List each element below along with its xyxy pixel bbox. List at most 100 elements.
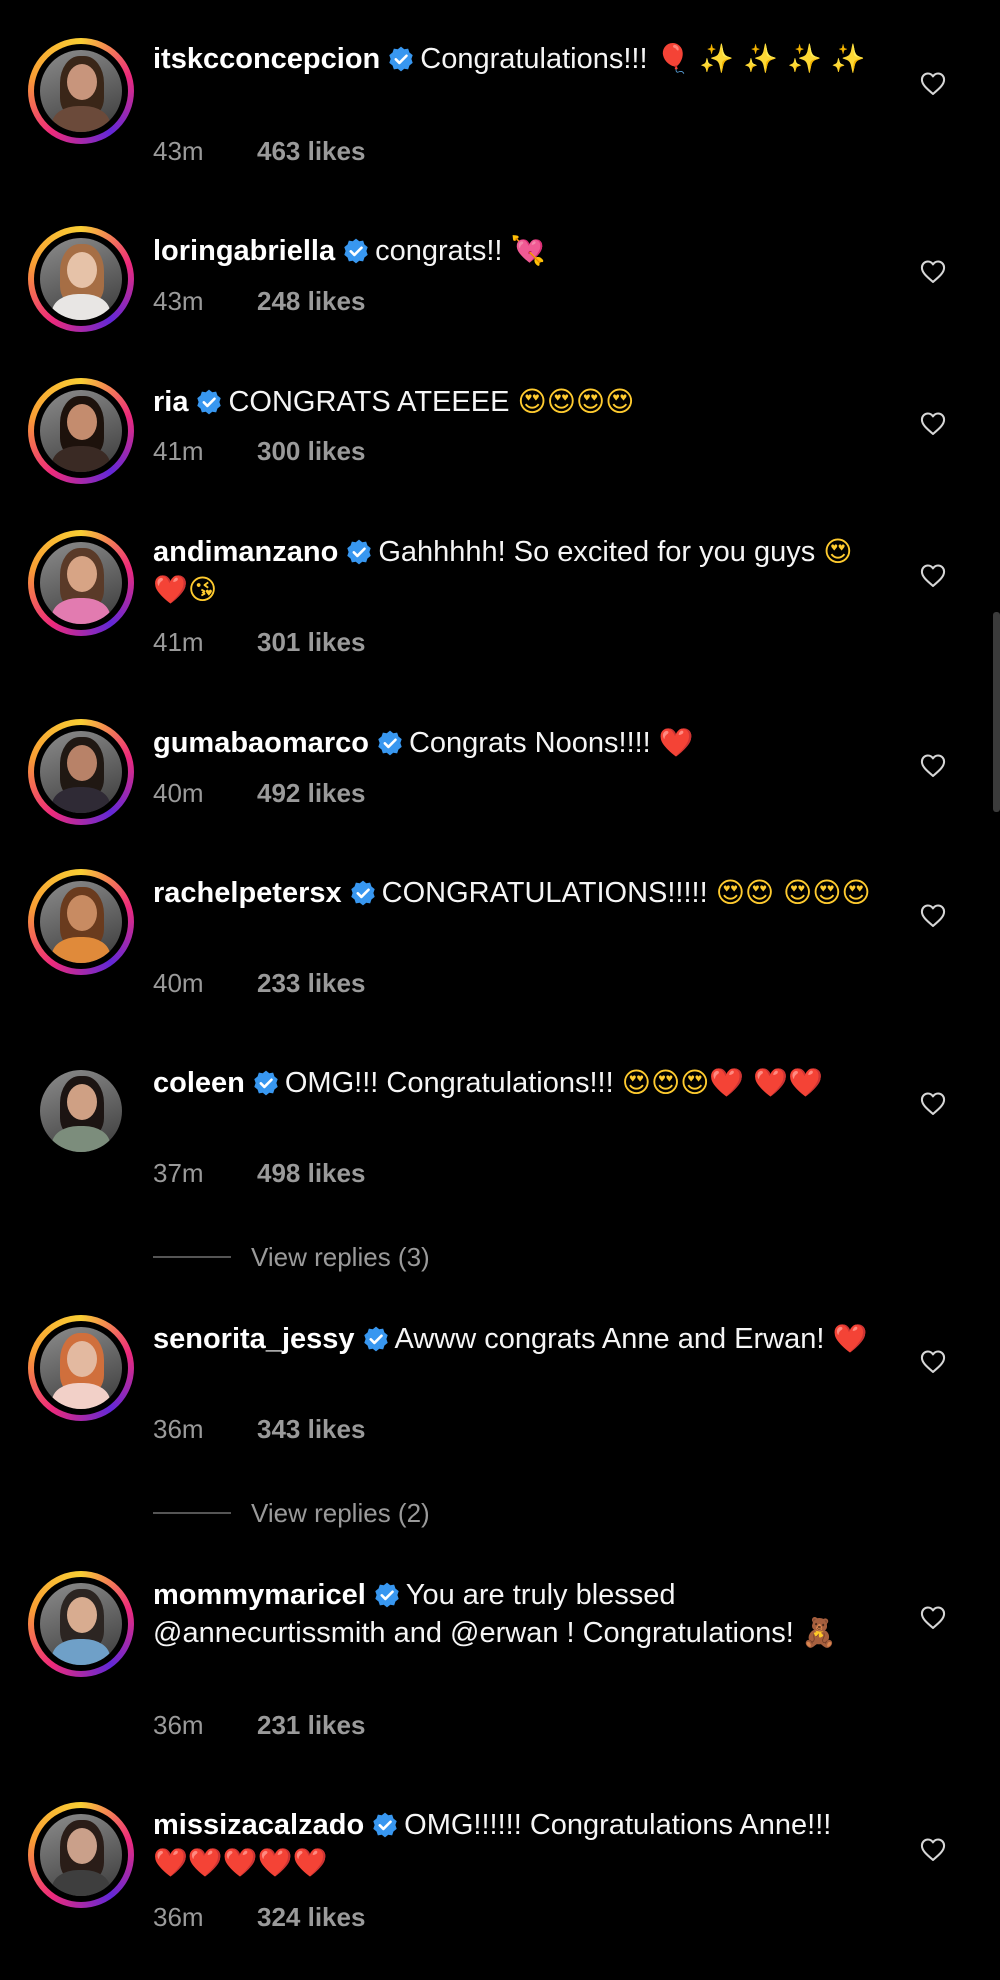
likes-count[interactable]: 463 likes — [257, 136, 365, 166]
likes-count[interactable]: 301 likes — [257, 627, 365, 657]
comment-body: CONGRATS ATEEEE — [228, 386, 510, 418]
like-heart-icon[interactable] — [918, 70, 948, 98]
comment-meta: 40m 492 likes — [153, 778, 365, 809]
comment-body: CONGRATULATIONS!!!!! — [381, 877, 708, 909]
comment-emoji: 😍😍😍😍 — [517, 385, 635, 418]
verified-badge-icon — [350, 878, 376, 906]
comment-emoji: 🧸 — [801, 1616, 837, 1649]
username-link[interactable]: coleen — [153, 1067, 245, 1099]
comment-meta: 36m 324 likes — [153, 1902, 365, 1933]
username-link[interactable]: itskcconcepcion — [153, 43, 380, 75]
username-link[interactable]: gumabaomarco — [153, 727, 369, 759]
comment-text: rachelpetersx CONGRATULATIONS!!!!! 😍😍 😍😍😍 — [153, 874, 873, 912]
avatar[interactable] — [28, 38, 134, 144]
timestamp: 36m — [153, 1902, 204, 1932]
comment-meta: 41m 300 likes — [153, 436, 365, 467]
comment-text: gumabaomarco Congrats Noons!!!! ❤️ — [153, 724, 873, 762]
comment-body: OMG!!! Congratulations!!! — [284, 1067, 614, 1099]
avatar[interactable] — [28, 719, 134, 825]
comment-text: loringabriella congrats!! 💘 — [153, 232, 873, 270]
comment-emoji: ❤️❤️❤️❤️❤️ — [153, 1846, 328, 1879]
avatar[interactable] — [28, 226, 134, 332]
avatar[interactable] — [28, 378, 134, 484]
likes-count[interactable]: 498 likes — [257, 1158, 365, 1188]
verified-badge-icon — [374, 1580, 400, 1608]
verified-badge-icon — [196, 387, 222, 415]
verified-badge-icon — [253, 1068, 279, 1096]
replies-divider — [153, 1256, 231, 1258]
like-heart-icon[interactable] — [918, 258, 948, 286]
comment-text: ria CONGRATS ATEEEE 😍😍😍😍 — [153, 383, 873, 421]
username-link[interactable]: senorita_jessy — [153, 1323, 355, 1355]
comment-emoji: 😍😍😍❤️ ❤️❤️ — [621, 1066, 823, 1099]
comment-text: senorita_jessy Awww congrats Anne and Erw… — [153, 1320, 873, 1358]
verified-badge-icon — [346, 537, 372, 565]
timestamp: 41m — [153, 627, 204, 657]
likes-count[interactable]: 231 likes — [257, 1710, 365, 1740]
likes-count[interactable]: 343 likes — [257, 1414, 365, 1444]
like-heart-icon[interactable] — [918, 902, 948, 930]
username-link[interactable]: ria — [153, 386, 188, 418]
timestamp: 36m — [153, 1414, 204, 1444]
username-link[interactable]: mommymaricel — [153, 1579, 366, 1611]
timestamp: 40m — [153, 968, 204, 998]
comment-body: Congrats Noons!!!! — [408, 727, 651, 759]
comment-emoji: ❤️ — [832, 1322, 868, 1355]
like-heart-icon[interactable] — [918, 1604, 948, 1632]
avatar[interactable] — [28, 530, 134, 636]
likes-count[interactable]: 233 likes — [257, 968, 365, 998]
comment-body: Congratulations!!! — [420, 43, 648, 75]
like-heart-icon[interactable] — [918, 562, 948, 590]
likes-count[interactable]: 300 likes — [257, 436, 365, 466]
comment-meta: 41m 301 likes — [153, 627, 365, 658]
avatar[interactable] — [28, 1315, 134, 1421]
verified-badge-icon — [343, 236, 369, 264]
verified-badge-icon — [388, 44, 414, 72]
likes-count[interactable]: 248 likes — [257, 286, 365, 316]
timestamp: 43m — [153, 286, 204, 316]
comment-meta: 36m 343 likes — [153, 1414, 365, 1445]
scrollbar[interactable] — [993, 612, 1000, 812]
comment-text: missizacalzado OMG!!!!!! Congratulations … — [153, 1806, 873, 1882]
username-link[interactable]: missizacalzado — [153, 1809, 364, 1841]
avatar[interactable] — [28, 1571, 134, 1677]
comment-emoji: 😍😍 😍😍😍 — [715, 876, 871, 909]
like-heart-icon[interactable] — [918, 752, 948, 780]
comment-text: mommymaricel You are truly blessed @annec… — [153, 1576, 873, 1652]
username-link[interactable]: andimanzano — [153, 536, 338, 568]
like-heart-icon[interactable] — [918, 1090, 948, 1118]
comment-body: congrats!! — [375, 235, 503, 267]
comment-text: andimanzano Gahhhhh! So excited for you g… — [153, 533, 873, 609]
view-replies-button[interactable]: View replies (3) — [153, 1242, 430, 1273]
comment-meta: 43m 248 likes — [153, 286, 365, 317]
username-link[interactable]: loringabriella — [153, 235, 335, 267]
comment-body: Awww congrats Anne and Erwan! — [394, 1323, 825, 1355]
avatar[interactable] — [28, 1802, 134, 1908]
comment-body: OMG!!!!!! Congratulations Anne!!! — [404, 1809, 832, 1841]
comment-emoji: 🎈 ✨ ✨ ✨ ✨ — [655, 42, 866, 75]
like-heart-icon[interactable] — [918, 410, 948, 438]
likes-count[interactable]: 492 likes — [257, 778, 365, 808]
comment-emoji: ❤️ — [658, 726, 694, 759]
replies-divider — [153, 1512, 231, 1514]
comment-meta: 36m 231 likes — [153, 1710, 365, 1741]
like-heart-icon[interactable] — [918, 1836, 948, 1864]
timestamp: 36m — [153, 1710, 204, 1740]
comment-meta: 40m 233 likes — [153, 968, 365, 999]
avatar[interactable] — [28, 869, 134, 975]
timestamp: 41m — [153, 436, 204, 466]
verified-badge-icon — [372, 1810, 398, 1838]
timestamp: 37m — [153, 1158, 204, 1188]
comment-meta: 43m 463 likes — [153, 136, 365, 167]
likes-count[interactable]: 324 likes — [257, 1902, 365, 1932]
comment-meta: 37m 498 likes — [153, 1158, 365, 1189]
comment-text: itskcconcepcion Congratulations!!! 🎈 ✨ ✨ … — [153, 40, 873, 78]
view-replies-label: View replies (2) — [251, 1498, 430, 1528]
view-replies-button[interactable]: View replies (2) — [153, 1498, 430, 1529]
comment-body: Gahhhhh! So excited for you guys — [378, 536, 816, 568]
username-link[interactable]: rachelpetersx — [153, 877, 342, 909]
like-heart-icon[interactable] — [918, 1348, 948, 1376]
comment-text: coleen OMG!!! Congratulations!!! 😍😍😍❤️ ❤️… — [153, 1064, 873, 1102]
avatar[interactable] — [28, 1058, 134, 1164]
verified-badge-icon — [363, 1324, 389, 1352]
